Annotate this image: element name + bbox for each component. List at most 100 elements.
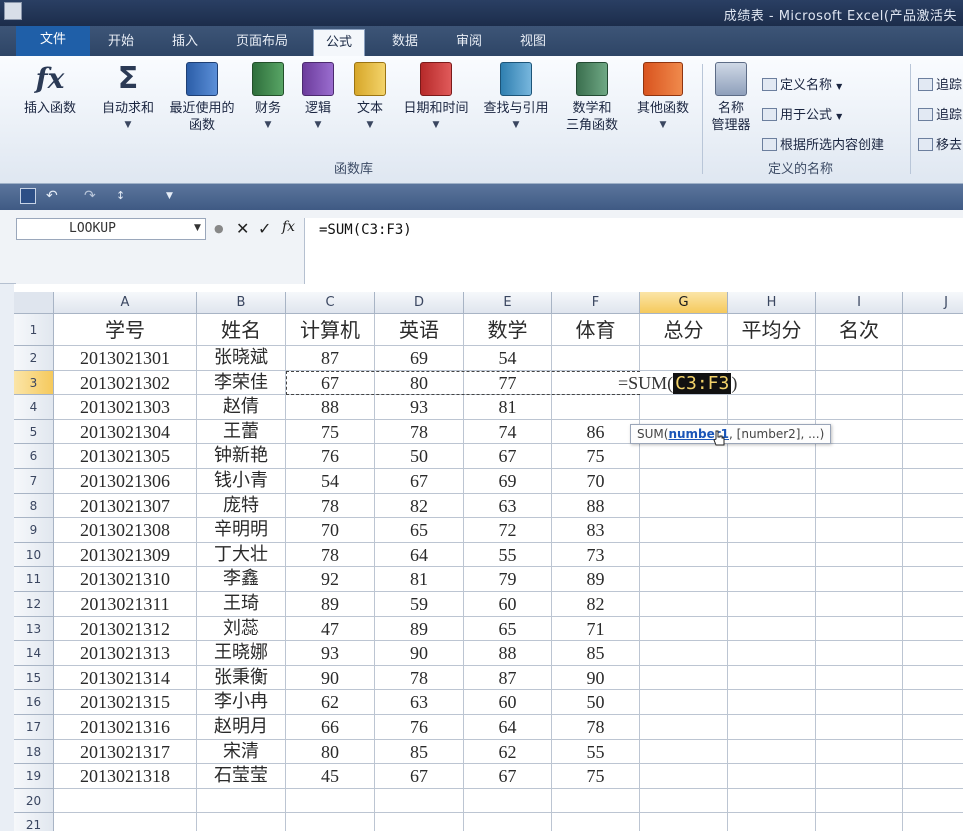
empty-cell[interactable] <box>816 813 903 831</box>
table-cell[interactable]: 75 <box>552 764 640 789</box>
empty-cell[interactable] <box>640 665 728 691</box>
header-cell[interactable]: 英语 <box>375 314 464 346</box>
editing-cell-formula[interactable]: =SUM(C3:F3) <box>618 371 738 395</box>
trace-precedents-button[interactable]: 追踪 <box>918 74 962 93</box>
tab-page-layout[interactable]: 页面布局 <box>224 29 300 56</box>
empty-cell[interactable] <box>640 542 728 568</box>
table-cell[interactable]: 宋清 <box>197 739 286 765</box>
table-cell[interactable]: 70 <box>286 518 375 543</box>
table-cell[interactable]: 2013021313 <box>54 641 197 666</box>
empty-cell[interactable] <box>640 813 728 831</box>
empty-cell[interactable] <box>728 469 816 494</box>
row-header-19[interactable]: 19 <box>14 764 54 789</box>
table-cell[interactable]: 85 <box>552 641 640 666</box>
text-button[interactable]: 文本 ▼ <box>350 62 390 132</box>
empty-cell[interactable] <box>903 592 963 617</box>
empty-cell[interactable] <box>728 592 816 617</box>
empty-cell[interactable] <box>54 813 197 831</box>
row-header-15[interactable]: 15 <box>14 665 54 691</box>
empty-cell[interactable] <box>728 715 816 740</box>
empty-cell[interactable] <box>903 617 963 642</box>
table-cell[interactable]: 79 <box>464 567 552 592</box>
empty-cell[interactable] <box>464 813 552 831</box>
insert-function-button[interactable]: fx 插入函数 <box>18 62 82 118</box>
empty-cell[interactable] <box>903 469 963 494</box>
empty-cell[interactable] <box>640 715 728 740</box>
table-cell[interactable]: 89 <box>375 616 464 642</box>
table-cell[interactable]: 钱小青 <box>197 469 286 494</box>
header-cell[interactable]: 平均分 <box>728 314 816 346</box>
table-cell[interactable]: 71 <box>552 616 640 642</box>
empty-cell[interactable] <box>816 567 903 592</box>
empty-cell[interactable] <box>728 813 816 831</box>
empty-cell[interactable] <box>903 494 963 519</box>
row-header-7[interactable]: 7 <box>14 469 54 494</box>
table-cell[interactable]: 86 <box>552 419 640 445</box>
header-cell[interactable]: 数学 <box>464 314 552 346</box>
column-header-j[interactable]: J <box>903 292 963 314</box>
name-manager-button[interactable]: 名称 管理器 <box>706 62 756 134</box>
table-cell[interactable]: 60 <box>464 592 552 617</box>
column-header-f[interactable]: F <box>552 292 640 314</box>
lookup-reference-button[interactable]: 查找与引用 ▼ <box>478 62 554 132</box>
table-cell[interactable]: 80 <box>375 370 464 396</box>
header-cell[interactable]: 姓名 <box>197 314 286 346</box>
empty-cell[interactable] <box>640 690 728 715</box>
row-header-18[interactable]: 18 <box>14 739 54 765</box>
empty-cell[interactable] <box>728 444 816 469</box>
table-cell[interactable]: 60 <box>464 690 552 715</box>
table-cell[interactable]: 59 <box>375 592 464 617</box>
table-cell[interactable]: 67 <box>464 764 552 789</box>
empty-cell[interactable] <box>728 665 816 691</box>
empty-cell[interactable] <box>728 395 816 420</box>
empty-cell[interactable] <box>640 764 728 789</box>
table-cell[interactable]: 丁大壮 <box>197 542 286 568</box>
empty-cell[interactable] <box>640 518 728 543</box>
row-header-20[interactable]: 20 <box>14 788 54 814</box>
empty-cell[interactable] <box>816 493 903 519</box>
table-cell[interactable]: 93 <box>375 395 464 420</box>
table-cell[interactable]: 76 <box>375 715 464 740</box>
header-cell[interactable]: 名次 <box>816 314 903 346</box>
table-cell[interactable]: 82 <box>552 592 640 617</box>
table-cell[interactable]: 李鑫 <box>197 567 286 592</box>
empty-cell[interactable] <box>197 788 286 814</box>
empty-cell[interactable] <box>640 788 728 814</box>
table-cell[interactable]: 庞特 <box>197 493 286 519</box>
table-cell[interactable]: 87 <box>464 665 552 691</box>
table-cell[interactable]: 50 <box>552 690 640 715</box>
empty-cell[interactable] <box>903 314 963 346</box>
empty-cell[interactable] <box>816 665 903 691</box>
table-cell[interactable]: 2013021311 <box>54 592 197 617</box>
empty-cell[interactable] <box>903 789 963 814</box>
table-cell[interactable]: 85 <box>375 739 464 765</box>
table-cell[interactable]: 67 <box>286 370 375 396</box>
table-cell[interactable]: 2013021308 <box>54 518 197 543</box>
table-cell[interactable]: 92 <box>286 567 375 592</box>
table-cell[interactable]: 2013021315 <box>54 690 197 715</box>
empty-cell[interactable] <box>54 788 197 814</box>
table-cell[interactable]: 45 <box>286 764 375 789</box>
trace-dependents-button[interactable]: 追踪 <box>918 104 962 123</box>
tab-data[interactable]: 数据 <box>380 29 430 56</box>
use-in-formula-button[interactable]: 用于公式 ▼ <box>762 104 842 123</box>
table-cell[interactable]: 2013021310 <box>54 567 197 592</box>
empty-cell[interactable] <box>640 346 728 371</box>
empty-cell[interactable] <box>903 666 963 691</box>
table-cell[interactable]: 李荣佳 <box>197 370 286 396</box>
table-cell[interactable]: 2013021302 <box>54 370 197 396</box>
table-cell[interactable]: 81 <box>375 567 464 592</box>
empty-cell[interactable] <box>903 444 963 469</box>
table-cell[interactable]: 67 <box>464 444 552 469</box>
table-cell[interactable]: 73 <box>552 542 640 568</box>
empty-cell[interactable] <box>197 813 286 831</box>
table-cell[interactable]: 2013021318 <box>54 764 197 789</box>
table-cell[interactable]: 89 <box>286 592 375 617</box>
empty-cell[interactable] <box>903 371 963 396</box>
excel-app-icon[interactable] <box>4 2 22 20</box>
table-cell[interactable]: 78 <box>552 715 640 740</box>
table-cell[interactable]: 54 <box>286 469 375 494</box>
empty-cell[interactable] <box>286 788 375 814</box>
enter-icon[interactable]: ✓ <box>258 219 271 238</box>
table-cell[interactable]: 2013021301 <box>54 346 197 371</box>
